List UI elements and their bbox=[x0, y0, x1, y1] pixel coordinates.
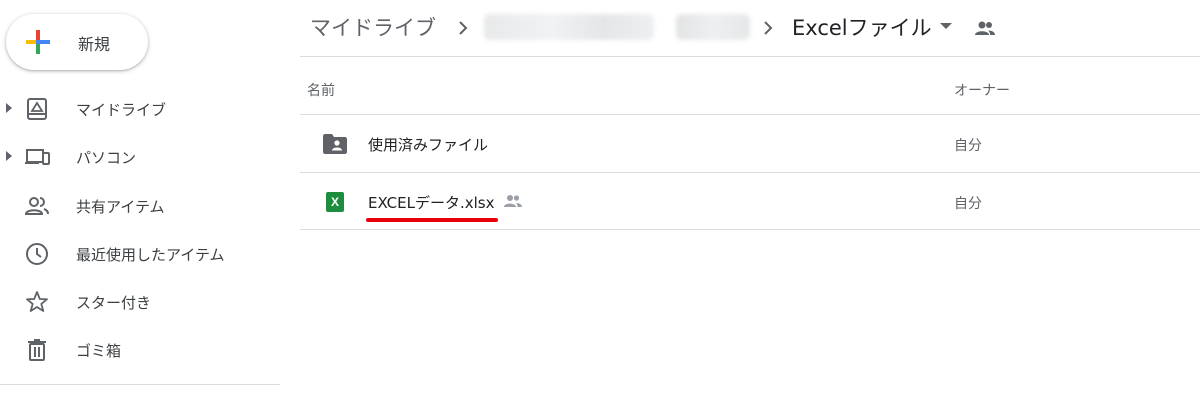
expand-arrow-icon[interactable] bbox=[6, 151, 12, 161]
sidebar-item-label: 共有アイテム bbox=[76, 198, 165, 216]
file-name: EXCELデータ.xlsx bbox=[368, 194, 495, 212]
new-button[interactable]: 新規 bbox=[6, 14, 148, 70]
sidebar-item-label: マイドライブ bbox=[76, 101, 167, 119]
file-row-folder[interactable]: 使用済みファイル 自分 bbox=[300, 114, 1200, 172]
shared-with-me-icon bbox=[24, 197, 49, 215]
chevron-right-icon bbox=[459, 21, 468, 35]
star-icon bbox=[26, 291, 48, 312]
breadcrumb-my-drive[interactable]: マイドライブ bbox=[310, 12, 436, 42]
file-owner: 自分 bbox=[954, 196, 982, 212]
shared-people-icon bbox=[975, 21, 995, 35]
sidebar-item-label: 最近使用したアイテム bbox=[76, 246, 225, 264]
new-button-label: 新規 bbox=[78, 35, 111, 54]
plus-icon bbox=[26, 30, 50, 54]
sidebar-item-recent[interactable]: 最近使用したアイテム bbox=[0, 234, 280, 274]
dropdown-arrow-icon[interactable] bbox=[940, 23, 952, 29]
sidebar-item-label: スター付き bbox=[76, 294, 152, 312]
file-name: 使用済みファイル bbox=[368, 136, 489, 154]
sidebar-item-starred[interactable]: スター付き bbox=[0, 282, 280, 322]
file-row-excel[interactable]: X EXCELデータ.xlsx 自分 bbox=[300, 172, 1200, 230]
computers-icon bbox=[25, 149, 50, 165]
sidebar-item-label: パソコン bbox=[76, 149, 137, 167]
list-bottom-divider bbox=[300, 229, 1200, 230]
shared-people-icon bbox=[504, 195, 522, 207]
breadcrumb-redacted-folder[interactable] bbox=[484, 14, 654, 40]
breadcrumb-redacted-folder[interactable] bbox=[676, 14, 750, 40]
sidebar: 新規 マイドライブ パソコン 共有アイテム 最近使用したアイテム スター付き ゴ… bbox=[0, 0, 280, 394]
sidebar-item-label: ゴミ箱 bbox=[76, 342, 122, 360]
file-owner: 自分 bbox=[954, 138, 982, 154]
my-drive-icon bbox=[27, 98, 47, 120]
column-header-owner[interactable]: オーナー bbox=[954, 80, 1010, 100]
sidebar-item-computers[interactable]: パソコン bbox=[0, 137, 280, 177]
red-highlight-underline bbox=[366, 218, 498, 222]
chevron-right-icon bbox=[764, 21, 773, 35]
column-header-name[interactable]: 名前 bbox=[307, 80, 335, 100]
breadcrumb: マイドライブ Excelファイル bbox=[300, 0, 1200, 56]
file-list-header: 名前 オーナー bbox=[300, 57, 1200, 113]
expand-arrow-icon[interactable] bbox=[6, 103, 12, 113]
excel-file-icon: X bbox=[326, 192, 344, 212]
trash-icon bbox=[28, 339, 46, 361]
breadcrumb-current-folder[interactable]: Excelファイル bbox=[792, 12, 932, 42]
sidebar-item-my-drive[interactable]: マイドライブ bbox=[0, 89, 280, 129]
sidebar-divider bbox=[0, 384, 280, 385]
sidebar-item-shared[interactable]: 共有アイテム bbox=[0, 186, 280, 226]
sidebar-item-trash[interactable]: ゴミ箱 bbox=[0, 330, 280, 370]
shared-folder-icon bbox=[323, 134, 347, 154]
clock-icon bbox=[26, 243, 48, 265]
